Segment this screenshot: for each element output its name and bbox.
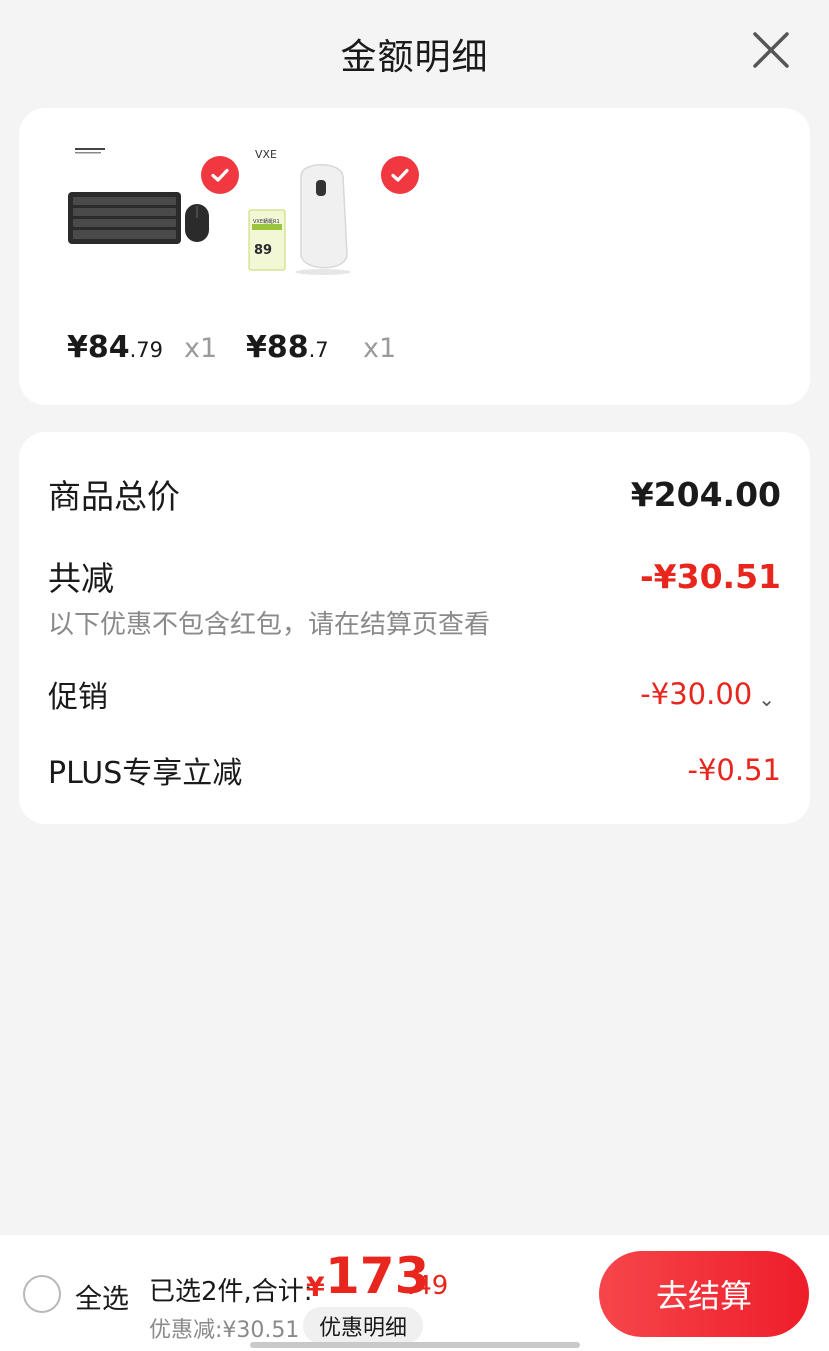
price-summary-card: 商品总价 ¥204.00 共减 -¥30.51 以下优惠不包含红包，请在结算页查… <box>19 432 810 824</box>
select-all-radio[interactable] <box>23 1275 61 1313</box>
plus-discount-value: -¥0.51 <box>687 753 782 787</box>
discount-amount-text: 优惠减:¥30.51 <box>149 1318 300 1343</box>
vxe-mouse-image: VXE VXE蜻蜓R1 89 <box>243 136 403 296</box>
checked-icon[interactable] <box>381 156 419 194</box>
selected-count-text: 已选2件,合计: <box>149 1277 313 1307</box>
product-quantity: x1 <box>363 333 397 364</box>
plus-discount-label: PLUS专享立减 <box>48 756 243 791</box>
total-reduction-row: 共减 -¥30.51 <box>48 552 781 600</box>
close-icon[interactable] <box>749 28 793 72</box>
total-price-label: 商品总价 <box>48 477 180 516</box>
total-reduction-value: -¥30.51 <box>639 556 781 596</box>
total-price-row: 商品总价 ¥204.00 <box>48 470 781 518</box>
product-quantity: x1 <box>184 333 218 364</box>
discount-detail-button[interactable]: 优惠明细 <box>303 1307 423 1344</box>
badge-value: 89 <box>254 243 272 258</box>
discount-note: 以下优惠不包含红包，请在结算页查看 <box>48 610 491 640</box>
price-decimal: .79 <box>129 338 164 362</box>
total-currency-symbol: ¥ <box>306 1272 325 1303</box>
products-card: ¥84.79 x1 VXE VXE蜻蜓R1 89 ¥88.7 x1 <box>19 108 810 405</box>
keyboard-mouse-image <box>63 136 223 296</box>
total-reduction-label: 共减 <box>48 559 114 598</box>
sheet-title: 金额明细 <box>340 37 489 78</box>
checkout-bar: 全选 已选2件,合计: ¥ 173 .49 优惠减:¥30.51 优惠明细 去结… <box>0 1235 829 1351</box>
select-all-label[interactable]: 全选 <box>75 1277 129 1316</box>
product-item-mouse[interactable]: VXE VXE蜻蜓R1 89 <box>243 136 419 296</box>
total-amount-decimal: .49 <box>407 1271 449 1301</box>
plus-discount-row: PLUS专享立减 -¥0.51 <box>48 748 781 792</box>
price-integer: ¥84 <box>67 330 130 365</box>
product-price: ¥84.79 <box>67 330 163 365</box>
promotion-value: -¥30.00 <box>640 676 753 711</box>
price-integer: ¥88 <box>246 330 309 365</box>
chevron-down-icon[interactable]: ⌄ <box>758 687 775 711</box>
badge-title: VXE蜻蜓R1 <box>253 218 280 225</box>
total-price-value: ¥204.00 <box>630 474 781 514</box>
price-decimal: .7 <box>308 338 329 362</box>
home-indicator <box>250 1342 580 1348</box>
product-price: ¥88.7 <box>246 330 329 365</box>
promotion-value-wrap: -¥30.00 ⌄ <box>640 677 775 712</box>
promotion-label: 促销 <box>48 680 108 715</box>
checkout-button[interactable]: 去结算 <box>599 1251 809 1337</box>
checked-icon[interactable] <box>201 156 239 194</box>
promotion-row[interactable]: 促销 -¥30.00 ⌄ <box>48 672 781 716</box>
vxe-logo-text: VXE <box>255 148 277 161</box>
product-item-keyboard[interactable] <box>63 136 239 296</box>
